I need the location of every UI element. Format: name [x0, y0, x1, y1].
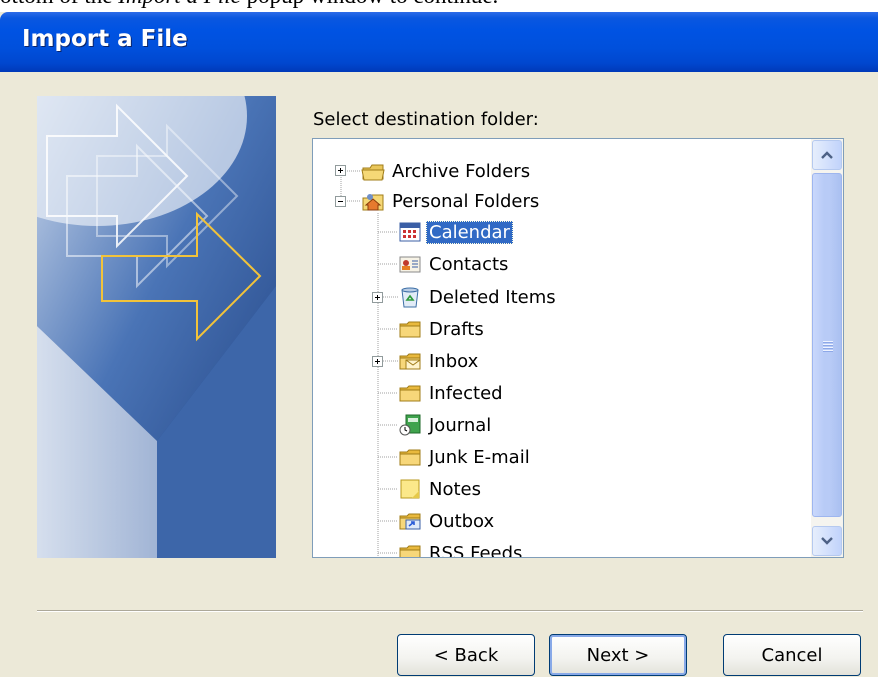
- expand-deleted-items[interactable]: [372, 292, 383, 303]
- collapse-personal-folders[interactable]: [335, 196, 346, 207]
- expand-inbox[interactable]: [372, 356, 383, 367]
- tree-item-journal[interactable]: Journal: [398, 410, 494, 440]
- caption-text: ottom of the: [0, 0, 118, 8]
- outbox-icon: [399, 513, 421, 530]
- tree-item-rss-feeds[interactable]: RSS Feeds: [398, 538, 525, 558]
- tree-item-label: RSS Feeds: [429, 542, 523, 558]
- button-separator: [37, 610, 863, 612]
- cancel-button[interactable]: Cancel: [723, 634, 861, 676]
- tree-item-junk-email[interactable]: Junk E-mail: [398, 442, 533, 472]
- folder-tree[interactable]: Archive Folders Personal Folders Calenda…: [312, 138, 844, 558]
- folder-icon: [399, 449, 421, 466]
- tree-item-label: Inbox: [429, 350, 479, 372]
- tree-item-label: Drafts: [429, 318, 484, 340]
- journal-icon: [399, 414, 421, 436]
- tree-item-label: Journal: [429, 414, 492, 436]
- contacts-icon: [399, 256, 421, 273]
- caption-emphasis: Import a File: [118, 0, 241, 8]
- chevron-up-icon: [821, 151, 833, 159]
- title-bar[interactable]: Import a File: [0, 12, 878, 72]
- tree-item-archive-folders[interactable]: Archive Folders: [361, 156, 533, 186]
- vertical-scrollbar[interactable]: [811, 139, 843, 557]
- destination-folder-label: Select destination folder:: [313, 109, 539, 130]
- tree-item-label: Junk E-mail: [429, 446, 530, 468]
- tree-item-personal-folders[interactable]: Personal Folders: [361, 186, 542, 216]
- scroll-up-button[interactable]: [812, 140, 842, 170]
- deleted-items-icon: [401, 287, 419, 308]
- tree-item-calendar[interactable]: Calendar: [398, 217, 513, 247]
- back-button[interactable]: < Back: [397, 634, 535, 676]
- tree-item-label: Personal Folders: [392, 190, 540, 212]
- caption-text-end: popup window to continue.: [241, 0, 499, 8]
- tree-item-notes[interactable]: Notes: [398, 474, 484, 504]
- expand-archive-folders[interactable]: [335, 165, 346, 176]
- calendar-icon: [399, 222, 421, 242]
- tree-item-label: Notes: [429, 478, 481, 500]
- tree-item-label: Infected: [429, 382, 503, 404]
- notes-icon: [400, 479, 420, 499]
- tree-item-drafts[interactable]: Drafts: [398, 314, 487, 344]
- dialog-title: Import a File: [22, 26, 188, 52]
- tree-item-label: Outbox: [429, 510, 495, 532]
- scroll-grip-icon: [823, 341, 833, 353]
- tree-item-infected[interactable]: Infected: [398, 378, 506, 408]
- tree-item-label: Deleted Items: [429, 286, 556, 308]
- scroll-down-button[interactable]: [812, 526, 842, 556]
- chevron-down-icon: [821, 537, 833, 545]
- folder-icon: [399, 545, 421, 557]
- scroll-thumb[interactable]: [812, 173, 842, 517]
- tree-item-label: Contacts: [429, 253, 509, 275]
- tree-item-outbox[interactable]: Outbox: [398, 506, 497, 536]
- inbox-icon: [399, 353, 421, 370]
- next-button[interactable]: Next >: [549, 634, 687, 676]
- import-file-dialog: Import a File Select destination folder:…: [0, 12, 878, 677]
- folder-icon: [399, 385, 421, 402]
- tree-item-label: Archive Folders: [392, 160, 531, 182]
- personal-folders-icon: [362, 194, 384, 211]
- tree-item-inbox[interactable]: Inbox: [398, 346, 481, 376]
- folder-icon: [399, 321, 421, 338]
- tree-item-contacts[interactable]: Contacts: [398, 249, 511, 279]
- tree-item-label: Calendar: [426, 220, 513, 244]
- archive-folders-icon: [361, 164, 385, 181]
- tree-item-deleted-items[interactable]: Deleted Items: [398, 282, 559, 312]
- wizard-banner-image: [37, 96, 276, 558]
